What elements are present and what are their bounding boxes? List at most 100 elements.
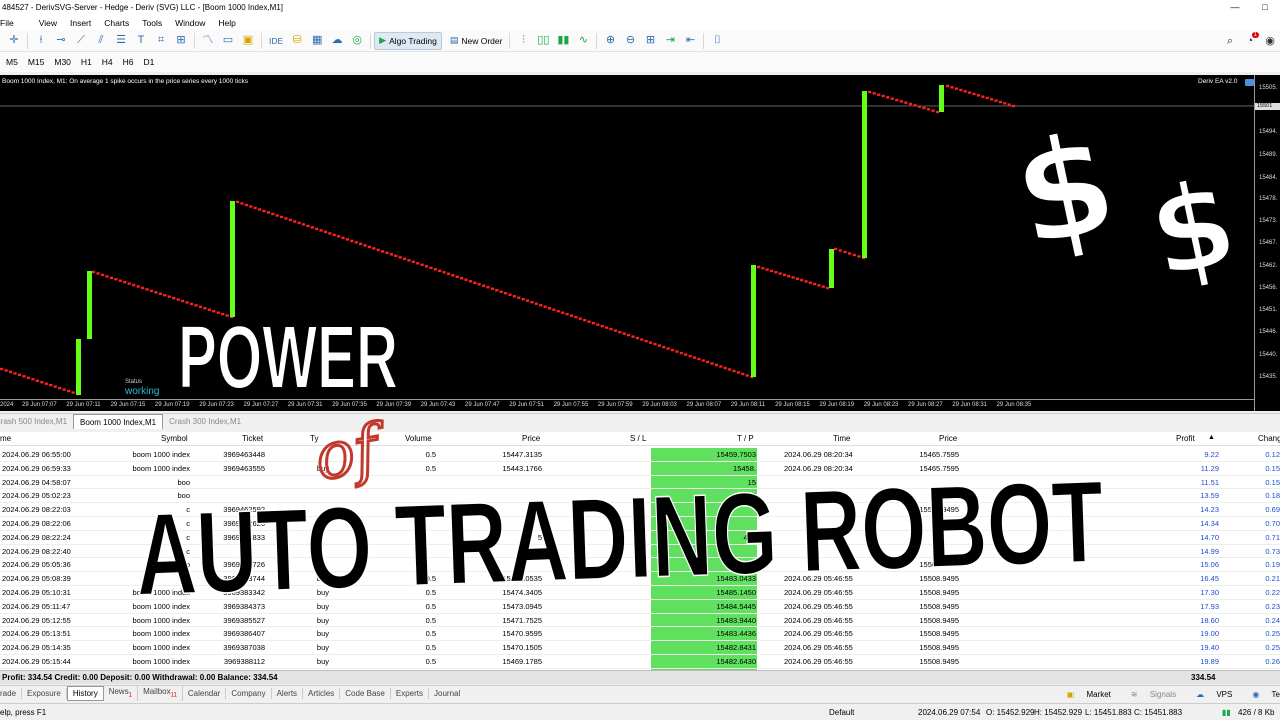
zoom-in-icon[interactable]: ⊕	[600, 32, 620, 50]
tab-mailbox[interactable]: Mailbox11	[138, 685, 183, 702]
tab-alerts[interactable]: Alerts	[272, 688, 304, 699]
grid-icon[interactable]: ⊞	[640, 32, 660, 50]
tab-history[interactable]: History	[66, 686, 104, 701]
timeframe-h1[interactable]: H1	[81, 57, 92, 67]
col-ticket[interactable]: Ticket	[242, 434, 263, 443]
col-type[interactable]: Ty	[310, 434, 318, 443]
fibonacci-icon[interactable]: ☰	[111, 32, 131, 50]
signals-button[interactable]: ≋ Signals	[1121, 690, 1176, 699]
text-icon[interactable]: T	[131, 32, 151, 50]
col-time2[interactable]: Time	[833, 434, 850, 443]
zoom-out-icon[interactable]: ⊖	[620, 32, 640, 50]
notifications-icon[interactable]: ◔ 1	[1240, 32, 1260, 50]
col-change[interactable]: Chang	[1258, 434, 1280, 443]
table-row[interactable]: 2024.06.29 06:59:33 boom 1000 index 396946…	[0, 462, 1280, 476]
trendline-icon[interactable]: ⟋	[71, 32, 91, 50]
horizontal-line-icon[interactable]: ⊸	[51, 32, 71, 50]
channel-icon[interactable]: ⫽	[91, 32, 111, 50]
col-tp[interactable]: T / P	[737, 434, 754, 443]
col-price[interactable]: Price	[522, 434, 540, 443]
price-axis[interactable]: 15505. 15494. 15489. 15484. 15478. 15473. 1546…	[1254, 75, 1280, 411]
table-row[interactable]: 2024.06.29 05:05:36 bo 3969383726 15483 1550…	[0, 558, 1280, 573]
tester-button[interactable]: ◉ Te	[1242, 690, 1280, 699]
menu-file[interactable]: File	[0, 18, 21, 28]
search-icon[interactable]: ⌕	[1220, 32, 1240, 50]
table-row[interactable]: 2024.06.29 08:22:06 c 3969462626 14.34 0.70	[0, 517, 1280, 531]
templates-icon[interactable]: ▭	[218, 32, 238, 50]
candlestick-icon[interactable]: ▯▯	[533, 32, 553, 50]
screenshot-icon[interactable]: ⌷	[707, 32, 727, 50]
algo-trading-button[interactable]: ▶ Algo Trading	[374, 31, 442, 50]
table-row[interactable]: 2024.06.29 08:22:24 c 3969463833 5 495 14.70 0…	[0, 531, 1280, 545]
table-row[interactable]: 2024.06.29 04:58:07 boo 15 11.51 0.15	[0, 476, 1280, 490]
globe-icon[interactable]: ◎	[347, 32, 367, 50]
maximize-button[interactable]: □	[1250, 0, 1280, 15]
minimize-button[interactable]: —	[1220, 0, 1250, 15]
timeframe-h6[interactable]: H6	[123, 57, 134, 67]
table-row[interactable]: 2024.06.29 05:08:39 bo 3969373744 buy 0.5 154…	[0, 572, 1280, 586]
table-row[interactable]: 2024.06.29 06:55:00 boom 1000 index 396946…	[0, 448, 1280, 462]
chart-icon[interactable]: ▦	[307, 32, 327, 50]
table-row[interactable]: 2024.06.29 05:13:51 boom 1000 index 396938…	[0, 627, 1280, 642]
table-row[interactable]: 2024.06.29 05:02:23 boo 15465 13.59 0.18	[0, 489, 1280, 504]
table-row[interactable]: 2024.06.29 05:11:47 boom 1000 index 396938…	[0, 600, 1280, 614]
tab-articles[interactable]: Articles	[303, 688, 341, 699]
autoscroll-icon[interactable]: ⇥	[660, 32, 680, 50]
chart-canvas[interactable]	[0, 75, 1254, 399]
ea-hat-icon[interactable]	[1245, 79, 1254, 86]
vps-button[interactable]: ☁ VPS	[1186, 690, 1232, 699]
cloud-icon[interactable]: ☁	[327, 32, 347, 50]
col-symbol[interactable]: Symbol	[161, 434, 188, 443]
new-order-button[interactable]: ▤ New Order	[446, 32, 507, 50]
timeframe-m30[interactable]: M30	[54, 57, 71, 67]
coin-icon[interactable]: ▣	[238, 32, 258, 50]
tab-experts[interactable]: Experts	[391, 688, 429, 699]
timeframe-h4[interactable]: H4	[102, 57, 113, 67]
crosshair-icon[interactable]: ✛	[4, 32, 24, 50]
menu-window[interactable]: Window	[175, 18, 212, 28]
chart-tab-crash500[interactable]: Crash 500 Index,M1	[0, 414, 73, 429]
shift-chart-icon[interactable]: ⇤	[680, 32, 700, 50]
line-chart-icon[interactable]: ∿	[573, 32, 593, 50]
menu-view[interactable]: View	[39, 18, 64, 28]
candles-icon[interactable]: ▮▮	[553, 32, 573, 50]
col-sl[interactable]: S / L	[630, 434, 646, 443]
timeframe-m5[interactable]: M5	[6, 57, 18, 67]
tab-code-base[interactable]: Code Base	[340, 688, 391, 699]
col-profit[interactable]: Profit	[1176, 434, 1195, 443]
tab-journal[interactable]: Journal	[429, 688, 465, 699]
indicators-icon[interactable]: 〽	[198, 32, 218, 50]
menu-charts[interactable]: Charts	[104, 18, 136, 28]
vertical-line-icon[interactable]: ⍿	[31, 32, 51, 50]
chart-tab-boom1000[interactable]: Boom 1000 Index,M1	[73, 414, 164, 429]
objects-dropdown-icon[interactable]: ⊞	[171, 32, 191, 50]
tab-news[interactable]: News1	[104, 685, 139, 702]
price-chart[interactable]: Boom 1000 Index, M1: On average 1 spike …	[0, 75, 1280, 411]
table-row[interactable]: 2024.06.29 05:12:55 boom 1000 index 396938…	[0, 614, 1280, 628]
tab-exposure[interactable]: Exposure	[22, 688, 67, 699]
table-row[interactable]: 2024.06.29 05:14:35 boom 1000 index 396938…	[0, 641, 1280, 655]
timeframe-m15[interactable]: M15	[28, 57, 45, 67]
menu-insert[interactable]: Insert	[70, 18, 98, 28]
time-axis[interactable]: 2024 29 Jun 07:07 29 Jun 07:11 29 Jun 07:15…	[0, 399, 1254, 411]
timeframe-d1[interactable]: D1	[144, 57, 155, 67]
bar-chart-icon[interactable]: ⫶	[513, 32, 533, 50]
tab-calendar[interactable]: Calendar	[183, 688, 227, 699]
lock-icon[interactable]: ⛁	[287, 32, 307, 50]
table-row[interactable]: 2024.06.29 05:10:31 boom 1000 index 396938…	[0, 586, 1280, 600]
table-row[interactable]: 2024.06.29 08:22:03 c 3969462592 15508.9495…	[0, 503, 1280, 517]
col-price2[interactable]: Price	[939, 434, 957, 443]
tab-trade[interactable]: rade	[0, 688, 23, 699]
chart-tab-crash300[interactable]: Crash 300 Index,M1	[163, 414, 247, 429]
col-volume[interactable]: Volume	[405, 434, 432, 443]
table-row[interactable]: 2024.06.29 08:22:40 c 14.99 0.73	[0, 545, 1280, 559]
col-time[interactable]: me	[0, 434, 11, 443]
account-icon[interactable]: ◉	[1260, 32, 1280, 50]
shapes-icon[interactable]: ⌗	[151, 32, 171, 50]
table-row[interactable]: 2024.06.29 05:15:44 boom 1000 index 396938…	[0, 655, 1280, 669]
menu-help[interactable]: Help	[218, 18, 242, 28]
tab-company[interactable]: Company	[226, 688, 272, 699]
menu-tools[interactable]: Tools	[142, 18, 169, 28]
market-button[interactable]: ▣ Market	[1057, 690, 1111, 699]
ide-button[interactable]: IDE	[265, 32, 287, 50]
